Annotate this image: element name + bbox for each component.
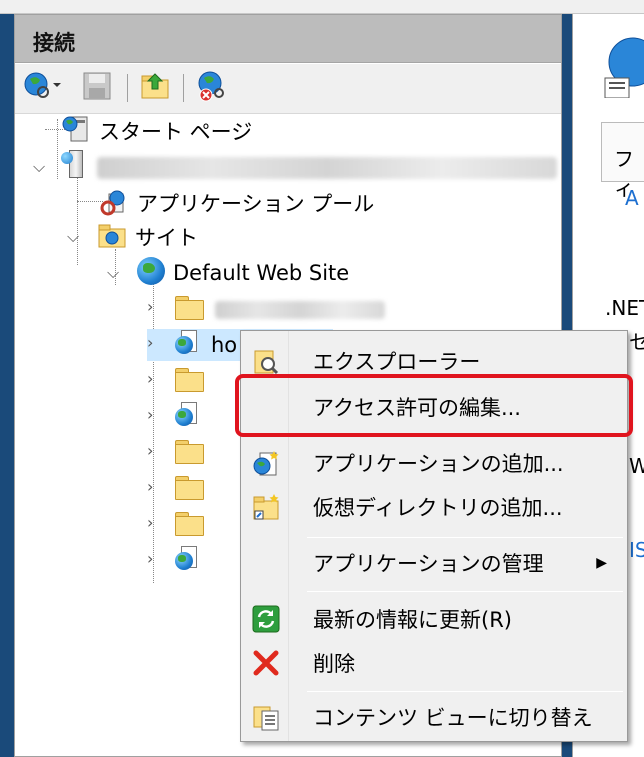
start-page-label: スタート ページ [99,120,253,144]
feature-view-icon [603,36,644,102]
menu-item-label: 仮想ディレクトリの追加... [313,496,563,520]
folder-icon [175,367,204,396]
menu-separator [307,591,623,592]
redacted-item [215,301,385,319]
tree-item-folder[interactable]: › [147,473,204,505]
desktop-background [0,14,14,757]
disconnect-button[interactable] [195,69,229,107]
menu-item-content-view[interactable]: コンテンツ ビューに切り替え [241,697,627,737]
refresh-icon [251,604,281,634]
feature-link[interactable]: A [625,186,639,210]
toolbar-separator [127,74,128,102]
chevron-right-icon[interactable]: › [147,551,153,567]
globe-icon [137,256,165,290]
up-folder-icon [139,70,171,106]
folder-icon [175,439,204,468]
menu-item-add-virtual-directory[interactable]: 仮想ディレクトリの追加... [241,487,627,527]
add-virtual-directory-icon [251,492,281,522]
tree-item-folder[interactable]: › [147,509,204,541]
web-application-icon [175,400,203,435]
chevron-right-icon[interactable]: › [147,371,153,387]
connect-globe-icon [23,70,63,106]
menu-item-delete[interactable]: 削除 [241,643,627,683]
feature-item[interactable]: W [629,454,644,478]
window-top-strip [0,0,644,14]
disconnect-icon [195,69,229,107]
explorer-icon [251,346,281,376]
tree-item-application[interactable]: › [147,545,203,577]
chevron-right-icon[interactable]: › [147,515,153,531]
content-view-icon [251,702,281,732]
menu-separator [307,691,623,692]
web-application-icon [175,544,203,579]
chevron-right-icon[interactable]: › [147,335,153,351]
add-application-icon [251,448,281,478]
save-button[interactable] [81,72,113,104]
connect-button[interactable] [23,72,63,104]
default-site-label: Default Web Site [173,261,350,285]
menu-item-label: 最新の情報に更新(R) [313,608,512,632]
tree-item-folder[interactable]: › [147,437,204,469]
folder-icon [175,511,204,540]
feature-group-label: .NET [605,296,644,320]
delete-icon [251,648,281,678]
sites-label: サイト [135,226,198,250]
tree-item-default-web-site[interactable]: ⌵ Default Web Site [107,256,350,290]
tree-item-start-page[interactable]: スタート ページ [61,115,252,147]
server-icon [61,149,89,185]
web-application-icon [175,328,203,363]
tree-item-application[interactable]: › [147,401,203,433]
tree-item-folder[interactable]: › [147,365,204,397]
selected-app-label: ho [211,333,238,357]
menu-separator [307,537,623,538]
menu-item-manage-application[interactable]: アプリケーションの管理 ▶ [241,543,627,583]
connections-header: 接続 [15,15,561,63]
start-page-icon [61,114,91,149]
redacted-server-name [97,157,557,179]
menu-item-label: 削除 [313,652,355,676]
menu-item-add-application[interactable]: アプリケーションの追加... [241,443,627,483]
menu-item-label: コンテンツ ビューに切り替え [313,706,593,730]
feature-item[interactable]: セ [629,326,644,355]
chevron-right-icon[interactable]: › [147,299,153,315]
menu-item-label: エクスプローラー [313,350,481,374]
tree-item-folder[interactable]: › [147,293,204,325]
tree-item-app-pools[interactable]: アプリケーション プール [99,187,374,219]
app-pool-icon [99,186,129,221]
menu-item-label: アプリケーションの追加... [313,452,564,476]
submenu-arrow-icon: ▶ [596,555,607,571]
feature-item[interactable]: IS [629,538,644,562]
features-tab[interactable]: フィ [601,122,644,200]
chevron-right-icon[interactable]: › [147,407,153,423]
connections-toolbar [15,64,561,114]
connections-title: 接続 [33,31,75,55]
sites-folder-icon [97,221,127,254]
tree-item-sites[interactable]: ⌵ サイト [67,221,198,253]
save-icon [81,70,113,106]
highlight-box [235,374,633,437]
chevron-down-icon[interactable]: ⌵ [107,265,119,281]
menu-item-refresh[interactable]: 最新の情報に更新(R) [241,599,627,639]
menu-item-label: アプリケーションの管理 [313,552,544,576]
chevron-down-icon[interactable]: ⌵ [33,159,45,175]
tree-item-server[interactable]: ⌵ [33,149,97,185]
app-pools-label: アプリケーション プール [137,192,375,216]
folder-icon [175,475,204,504]
up-folder-button[interactable] [139,72,171,104]
chevron-right-icon[interactable]: › [147,443,153,459]
chevron-down-icon[interactable]: ⌵ [67,229,79,245]
folder-icon [175,295,204,324]
toolbar-separator [183,74,184,102]
chevron-right-icon[interactable]: › [147,479,153,495]
